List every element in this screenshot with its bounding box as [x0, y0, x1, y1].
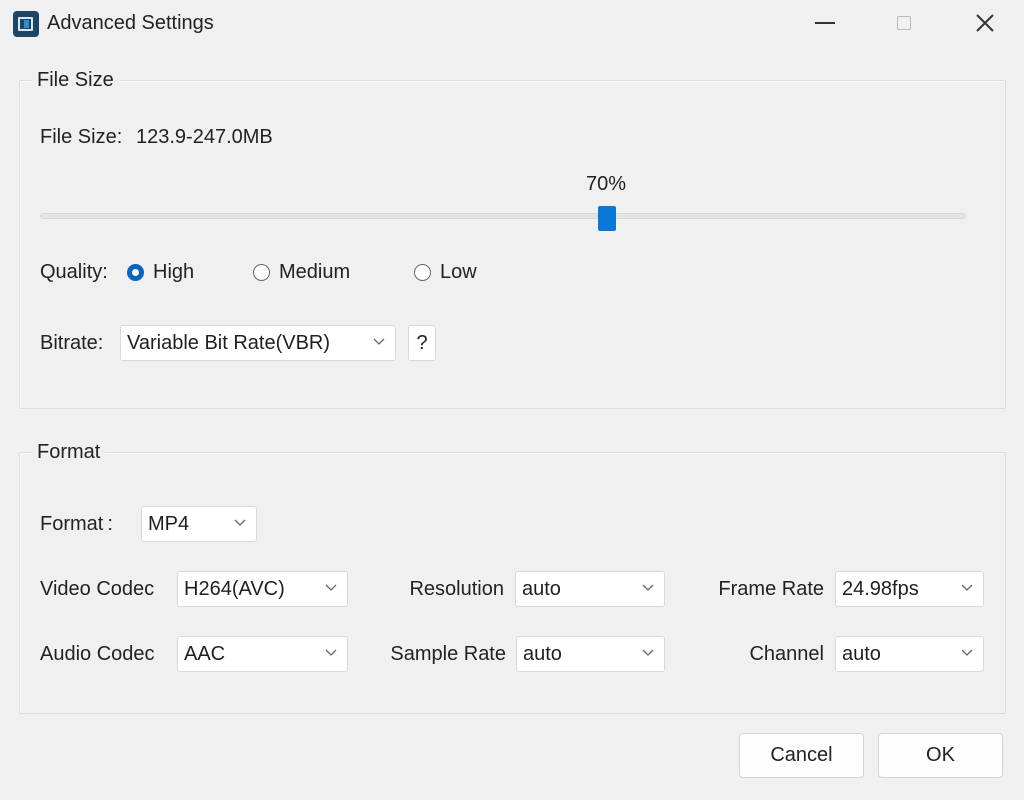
audio-codec-select-value: AAC [184, 642, 226, 665]
bitrate-label: Bitrate: [40, 332, 104, 354]
maximize-button[interactable] [874, 0, 934, 46]
bitrate-help-button[interactable]: ? [408, 325, 436, 361]
radio-button-icon [127, 264, 144, 281]
chevron-down-icon [961, 649, 973, 656]
slider-value-label: 70% [586, 173, 627, 195]
frame-rate-label: Frame Rate [718, 578, 824, 600]
file-size-label: File Size: [40, 126, 123, 148]
minimize-icon [815, 22, 835, 24]
resolution-select[interactable]: auto [515, 571, 665, 607]
quality-radio-high[interactable]: High [127, 261, 194, 284]
chevron-down-icon [325, 584, 337, 591]
format-group-legend: Format [32, 441, 106, 464]
file-size-slider-thumb[interactable] [598, 206, 616, 231]
channel-select[interactable]: auto [835, 636, 984, 672]
close-button[interactable] [955, 0, 1015, 46]
sample-rate-select[interactable]: auto [516, 636, 665, 672]
radio-button-icon [253, 264, 270, 281]
format-select[interactable]: MP4 [141, 506, 257, 542]
quality-radio-low[interactable]: Low [414, 261, 477, 284]
file-size-slider-track[interactable] [40, 213, 966, 219]
title-bar: Advanced Settings [0, 0, 1024, 48]
chevron-down-icon [961, 584, 973, 591]
file-size-value: 123.9-247.0MB [136, 126, 273, 148]
sample-rate-label: Sample Rate [390, 643, 506, 665]
format-label: Format : [40, 513, 113, 535]
audio-codec-label: Audio Codec [40, 643, 155, 665]
chevron-down-icon [642, 584, 654, 591]
window-title: Advanced Settings [47, 12, 214, 34]
quality-option-label: Medium [279, 261, 351, 283]
app-logo-icon [13, 11, 39, 37]
video-codec-select[interactable]: H264(AVC) [177, 571, 348, 607]
radio-button-icon [414, 264, 431, 281]
minimize-button[interactable] [795, 0, 855, 46]
frame-rate-select-value: 24.98fps [842, 577, 919, 600]
quality-radio-medium[interactable]: Medium [253, 261, 350, 284]
sample-rate-select-value: auto [523, 642, 562, 665]
maximize-icon [897, 16, 911, 30]
chevron-down-icon [234, 519, 246, 526]
quality-option-label: High [153, 261, 195, 283]
quality-label: Quality: [40, 261, 108, 283]
cancel-button[interactable]: Cancel [739, 733, 864, 778]
channel-label: Channel [749, 643, 824, 665]
file-size-group-legend: File Size [32, 69, 119, 92]
resolution-select-value: auto [522, 577, 561, 600]
quality-option-label: Low [440, 261, 477, 283]
close-icon [976, 14, 994, 32]
bitrate-select-value: Variable Bit Rate(VBR) [127, 331, 331, 354]
chevron-down-icon [642, 649, 654, 656]
chevron-down-icon [325, 649, 337, 656]
video-codec-label: Video Codec [40, 578, 155, 600]
resolution-label: Resolution [409, 578, 504, 600]
bitrate-select[interactable]: Variable Bit Rate(VBR) [120, 325, 396, 361]
frame-rate-select[interactable]: 24.98fps [835, 571, 984, 607]
channel-select-value: auto [842, 642, 881, 665]
chevron-down-icon [373, 338, 385, 345]
video-codec-select-value: H264(AVC) [184, 577, 285, 600]
format-select-value: MP4 [148, 512, 190, 535]
ok-button[interactable]: OK [878, 733, 1003, 778]
audio-codec-select[interactable]: AAC [177, 636, 348, 672]
